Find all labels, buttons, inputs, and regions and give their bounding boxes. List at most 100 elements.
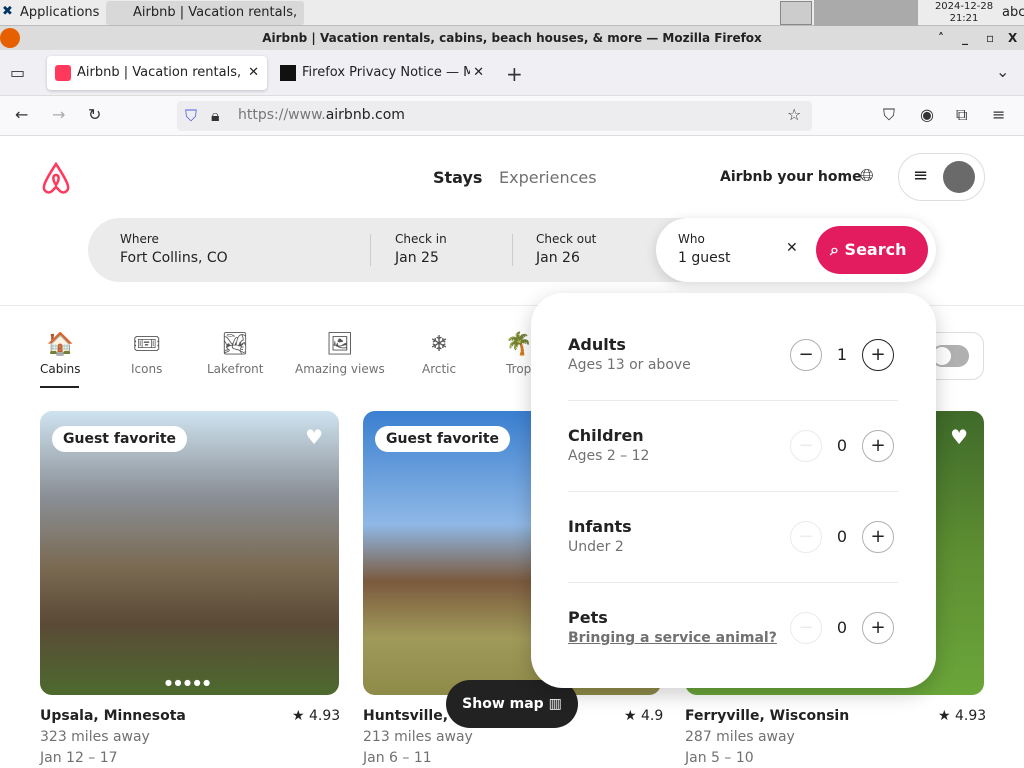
cabin-icon: 🏠 bbox=[46, 332, 74, 357]
reload-icon[interactable]: ↻ bbox=[88, 105, 101, 124]
category-arctic[interactable]: ❄ Arctic bbox=[422, 332, 456, 376]
carousel-dots: ● ● ● ● ● bbox=[165, 678, 211, 687]
firefox-taskbar-icon[interactable] bbox=[780, 1, 812, 25]
checkout-field[interactable]: Check out Jan 26 bbox=[536, 232, 596, 266]
globe-icon[interactable]: 🌐︎ bbox=[860, 166, 874, 186]
minimize-button[interactable]: _ bbox=[962, 26, 968, 50]
decrease-button[interactable]: − bbox=[790, 521, 822, 553]
privacy-favicon bbox=[280, 65, 296, 81]
close-tab-icon[interactable]: ✕ bbox=[470, 56, 484, 90]
pocket-icon[interactable]: ⛉ bbox=[883, 105, 895, 125]
listing-dates: Jan 5 – 10 bbox=[685, 750, 754, 766]
listing-image[interactable]: Guest favorite ♥ ● ● ● ● ● bbox=[40, 411, 339, 695]
category-label: Arctic bbox=[422, 362, 457, 376]
url-prefix: https://www. bbox=[238, 107, 326, 123]
tab-label: Firefox Privacy Notice — M bbox=[302, 65, 475, 80]
ticket-icon: 🎟 bbox=[132, 332, 161, 357]
service-animal-link[interactable]: Bringing a service animal? bbox=[568, 630, 777, 646]
lock-icon[interactable]: 🔒︎ bbox=[211, 106, 220, 126]
user-menu-button[interactable]: ≡ bbox=[898, 153, 985, 201]
new-tab-icon[interactable]: + bbox=[506, 62, 523, 86]
nav-experiences[interactable]: Experiences bbox=[499, 168, 597, 187]
heart-icon[interactable]: ♥ bbox=[950, 425, 968, 449]
forward-icon[interactable]: → bbox=[52, 105, 65, 124]
tab-label: Airbnb | Vacation rentals, c bbox=[77, 65, 253, 80]
maximize-button[interactable]: ▫ bbox=[986, 26, 994, 50]
shield-icon[interactable]: ⛉ bbox=[185, 106, 197, 126]
rating-value: 4.9 bbox=[641, 708, 664, 724]
category-label: Amazing views bbox=[295, 362, 385, 376]
keyboard-layout[interactable]: abc bbox=[1002, 5, 1024, 20]
listing-rating: ★ 4.93 bbox=[292, 708, 341, 724]
decrease-button[interactable]: − bbox=[790, 612, 822, 644]
taskbar-window[interactable]: Airbnb | Vacation rentals, ... bbox=[106, 1, 304, 35]
listing-rating: ★ 4.9 bbox=[624, 708, 664, 724]
category-cabins[interactable]: 🏠 Cabins bbox=[40, 332, 81, 388]
guest-count: 0 bbox=[836, 527, 848, 546]
category-label: Trop bbox=[506, 362, 532, 376]
url-bar[interactable]: ⛉ 🔒︎ https://www.airbnb.com ☆ bbox=[177, 101, 812, 131]
category-tropical[interactable]: 🌴 Trop bbox=[505, 332, 532, 376]
guest-row-pets: Pets Bringing a service animal? − 0 + bbox=[568, 566, 898, 657]
guest-row-children: Children Ages 2 – 12 − 0 + bbox=[568, 384, 898, 475]
list-tabs-icon[interactable]: ⌄ bbox=[996, 62, 1009, 81]
back-icon[interactable]: ← bbox=[15, 105, 28, 124]
decrease-button[interactable]: − bbox=[790, 430, 822, 462]
clear-icon[interactable]: ✕ bbox=[786, 240, 798, 256]
rating-value: 4.93 bbox=[955, 708, 987, 724]
category-icons[interactable]: 🎟 Icons bbox=[131, 332, 162, 376]
decrease-button[interactable]: − bbox=[790, 339, 822, 371]
close-button[interactable]: X bbox=[1008, 26, 1017, 50]
airbnb-favicon bbox=[55, 65, 71, 81]
listing-title[interactable]: Ferryville, Wisconsin bbox=[685, 708, 849, 724]
increase-button[interactable]: + bbox=[862, 521, 894, 553]
guest-desc: Ages 2 – 12 bbox=[568, 448, 650, 464]
close-tab-icon[interactable]: ✕ bbox=[245, 56, 259, 90]
listing-distance: 323 miles away bbox=[40, 729, 150, 745]
window-titlebar: Airbnb | Vacation rentals, cabins, beach… bbox=[0, 26, 1024, 50]
where-value: Fort Collins, CO bbox=[120, 250, 228, 266]
url-domain: airbnb.com bbox=[325, 107, 405, 123]
increase-button[interactable]: + bbox=[862, 339, 894, 371]
window-title: Airbnb | Vacation rentals, cabins, beach… bbox=[262, 31, 762, 45]
listing-dates: Jan 12 – 17 bbox=[40, 750, 118, 766]
show-map-label: Show map bbox=[462, 696, 544, 712]
guest-label: Pets bbox=[568, 608, 608, 627]
lakefront-icon: 🏞 bbox=[221, 332, 250, 357]
category-lakefront[interactable]: 🏞 Lakefront bbox=[207, 332, 264, 376]
heart-icon[interactable]: ♥ bbox=[305, 425, 323, 449]
tab-manager-icon[interactable]: ▭ bbox=[10, 63, 25, 82]
search-button[interactable]: ⌕ Search bbox=[816, 226, 928, 274]
listing-dates: Jan 6 – 11 bbox=[363, 750, 432, 766]
rating-value: 4.93 bbox=[309, 708, 341, 724]
host-link[interactable]: Airbnb your home bbox=[720, 169, 862, 185]
where-field[interactable]: Where Fort Collins, CO bbox=[120, 232, 360, 266]
views-icon: 🖼 bbox=[325, 332, 354, 357]
bookmark-star-icon[interactable]: ☆ bbox=[787, 105, 801, 124]
time: 21:21 bbox=[949, 13, 979, 24]
workspace-switcher[interactable] bbox=[814, 0, 918, 26]
category-amazing-views[interactable]: 🖼 Amazing views bbox=[295, 332, 385, 376]
nav-stays[interactable]: Stays bbox=[433, 168, 482, 187]
listing-title[interactable]: Upsala, Minnesota bbox=[40, 708, 186, 724]
avatar bbox=[943, 161, 975, 193]
checkin-field[interactable]: Check in Jan 25 bbox=[395, 232, 447, 266]
increase-button[interactable]: + bbox=[862, 612, 894, 644]
apps-icon: ✖ bbox=[2, 4, 13, 19]
who-field[interactable]: Who 1 guest ✕ ⌕ Search bbox=[656, 218, 936, 282]
guest-label: Adults bbox=[568, 335, 626, 354]
who-label: Who bbox=[678, 232, 705, 246]
tab-airbnb[interactable]: Airbnb | Vacation rentals, c ✕ bbox=[47, 56, 267, 90]
increase-button[interactable]: + bbox=[862, 430, 894, 462]
guest-label: Infants bbox=[568, 517, 632, 536]
airbnb-logo[interactable] bbox=[40, 161, 72, 195]
tab-privacy[interactable]: Firefox Privacy Notice — M ✕ bbox=[272, 56, 492, 90]
menu-icon[interactable]: ≡ bbox=[992, 105, 1005, 124]
listing-distance: 213 miles away bbox=[363, 729, 473, 745]
extensions-icon[interactable]: ⧉ bbox=[956, 105, 967, 125]
guest-label: Children bbox=[568, 426, 644, 445]
listing-distance: 287 miles away bbox=[685, 729, 795, 745]
shade-button[interactable]: ˄ bbox=[938, 26, 944, 50]
applications-menu[interactable]: Applications bbox=[20, 5, 99, 20]
account-icon[interactable]: ◉ bbox=[920, 105, 934, 124]
